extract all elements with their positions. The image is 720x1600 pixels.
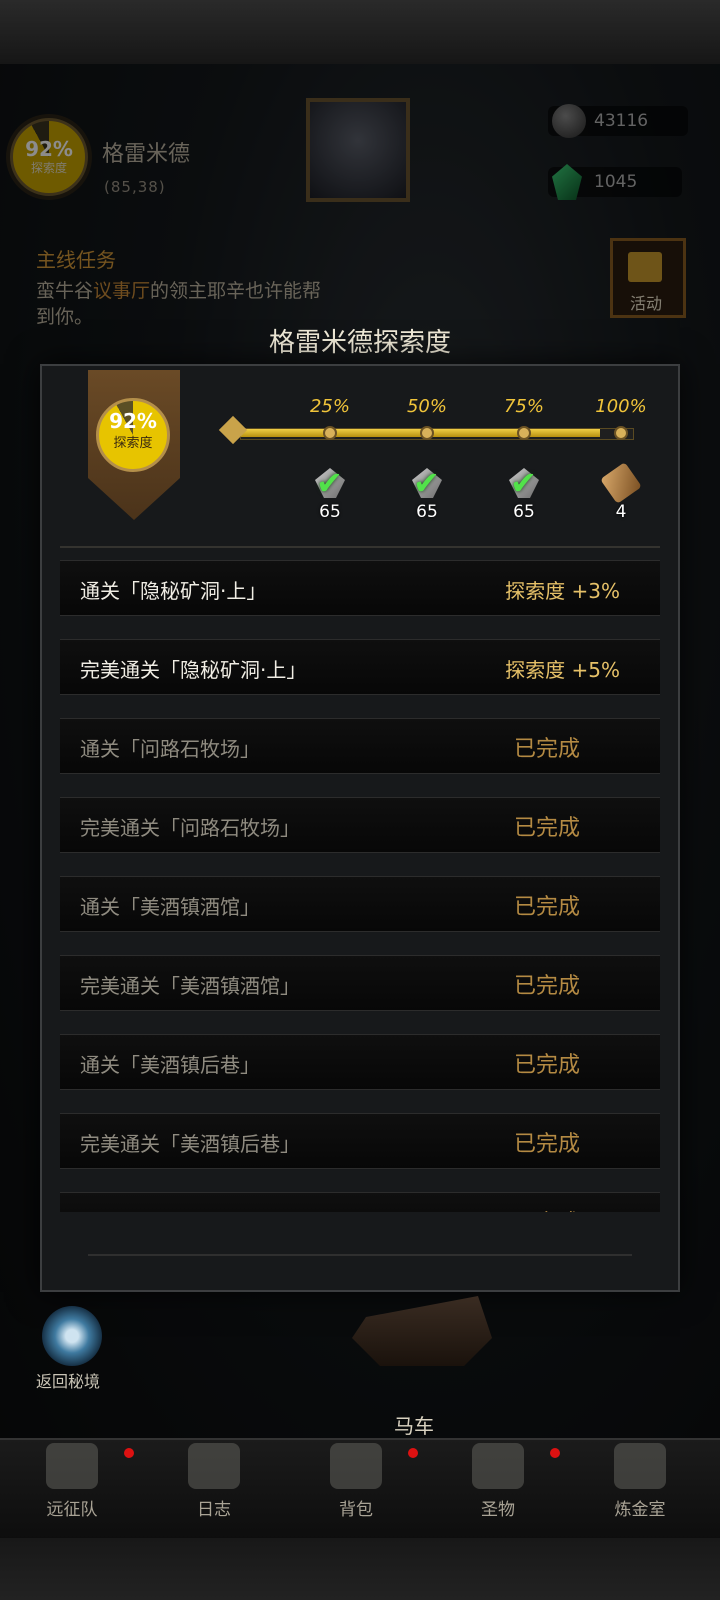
task-name: 完美通关「问路石牧场」: [80, 816, 300, 840]
helmet-icon: [46, 1443, 98, 1489]
task-row[interactable]: 完美通关「隐秘矿洞·上」 探索度 +5%: [60, 639, 660, 695]
task-name: 完美通关「美酒镇后巷」: [80, 1132, 300, 1156]
nav-item[interactable]: 炼金室: [568, 1438, 712, 1538]
task-completed-status: 已完成: [513, 895, 580, 920]
panel-divider: [60, 546, 660, 548]
reward-count: 4: [615, 502, 627, 522]
milestone-label: 75%: [503, 396, 544, 417]
task-completed-status: 已完成: [514, 1205, 580, 1212]
milestone-reward[interactable]: [600, 462, 642, 504]
task-row[interactable]: 完美通关「美酒镇酒馆」 已完成: [60, 955, 660, 1011]
claimed-check-icon: ✔: [316, 464, 343, 502]
backpack-icon: [330, 1443, 382, 1489]
reward-count: 65: [416, 502, 438, 522]
milestone-node: [323, 426, 337, 440]
task-name: 通关「美酒镇酒馆」: [80, 895, 260, 919]
milestone-label: 25%: [309, 396, 350, 417]
task-row[interactable]: 通关「美酒镇后巷」 已完成: [60, 1034, 660, 1090]
alchemy-icon: [614, 1443, 666, 1489]
milestone-label: 50%: [406, 396, 447, 417]
emblem-text: 92% 探索度: [96, 410, 170, 451]
emblem-label: 探索度: [113, 436, 153, 451]
nav-label: 远征队: [46, 1500, 98, 1520]
map-scroll-icon: [188, 1443, 240, 1489]
task-name: 通关「问路石牧场」: [80, 737, 260, 761]
nav-item[interactable]: 圣物: [426, 1438, 570, 1538]
task-completed-status: 已完成: [513, 1132, 580, 1157]
alert-dot: [550, 1448, 560, 1458]
alert-dot: [408, 1448, 418, 1458]
modal-title: 格雷米德探索度: [268, 328, 451, 358]
task-row[interactable]: 通关「问路石牧场」 已完成: [60, 718, 660, 774]
milestone-node: [614, 426, 628, 440]
portal-icon[interactable]: [42, 1306, 102, 1366]
relic-icon: [472, 1443, 524, 1489]
nav-label: 炼金室: [614, 1500, 666, 1520]
task-reward: 探索度 +3%: [505, 579, 620, 603]
nav-item[interactable]: 日志: [142, 1438, 286, 1538]
task-list[interactable]: 通关「隐秘矿洞·上」 探索度 +3% 完美通关「隐秘矿洞·上」 探索度 +5% 通关「问…: [60, 560, 660, 1212]
task-row[interactable]: 通关「守望塔」 已完成: [60, 1192, 660, 1212]
task-name: 完美通关「隐秘矿洞·上」: [80, 658, 307, 682]
task-completed-status: 已完成: [513, 974, 580, 999]
bottom-frame: [0, 1538, 720, 1600]
top-frame: [0, 0, 720, 66]
task-row[interactable]: 完美通关「问路石牧场」 已完成: [60, 797, 660, 853]
task-completed-status: 已完成: [513, 1053, 580, 1078]
nav-label: 圣物: [481, 1500, 515, 1520]
emblem-percent: 92%: [109, 409, 157, 433]
milestone-node: [517, 426, 531, 440]
task-name: 完美通关「美酒镇酒馆」: [80, 974, 300, 998]
milestone-node: [420, 426, 434, 440]
reward-count: 65: [319, 502, 341, 522]
scroll-icon: [600, 462, 642, 504]
nav-label: 日志: [197, 1500, 231, 1520]
carriage-label: 马车: [394, 1414, 434, 1438]
task-row[interactable]: 通关「隐秘矿洞·上」 探索度 +3%: [60, 560, 660, 616]
task-name: 通关「美酒镇后巷」: [80, 1053, 260, 1077]
reward-count: 65: [513, 502, 535, 522]
claimed-check-icon: ✔: [413, 464, 440, 502]
task-row[interactable]: 通关「美酒镇酒馆」 已完成: [60, 876, 660, 932]
task-completed-status: 已完成: [513, 816, 580, 841]
task-row[interactable]: 完美通关「美酒镇后巷」 已完成: [60, 1113, 660, 1169]
task-name: 通关「守望塔」: [80, 1207, 220, 1212]
task-completed-status: 已完成: [513, 737, 580, 762]
alert-dot: [124, 1448, 134, 1458]
nav-label: 背包: [339, 1500, 373, 1520]
nav-item[interactable]: 远征队: [0, 1438, 144, 1538]
nav-item[interactable]: 背包: [284, 1438, 428, 1538]
task-name: 通关「隐秘矿洞·上」: [80, 579, 267, 603]
claimed-check-icon: ✔: [510, 464, 537, 502]
panel-bottom-divider: [88, 1254, 632, 1256]
milestone-label: 100%: [595, 396, 647, 417]
portal-label: 返回秘境: [36, 1372, 101, 1391]
task-reward: 探索度 +5%: [505, 658, 620, 682]
